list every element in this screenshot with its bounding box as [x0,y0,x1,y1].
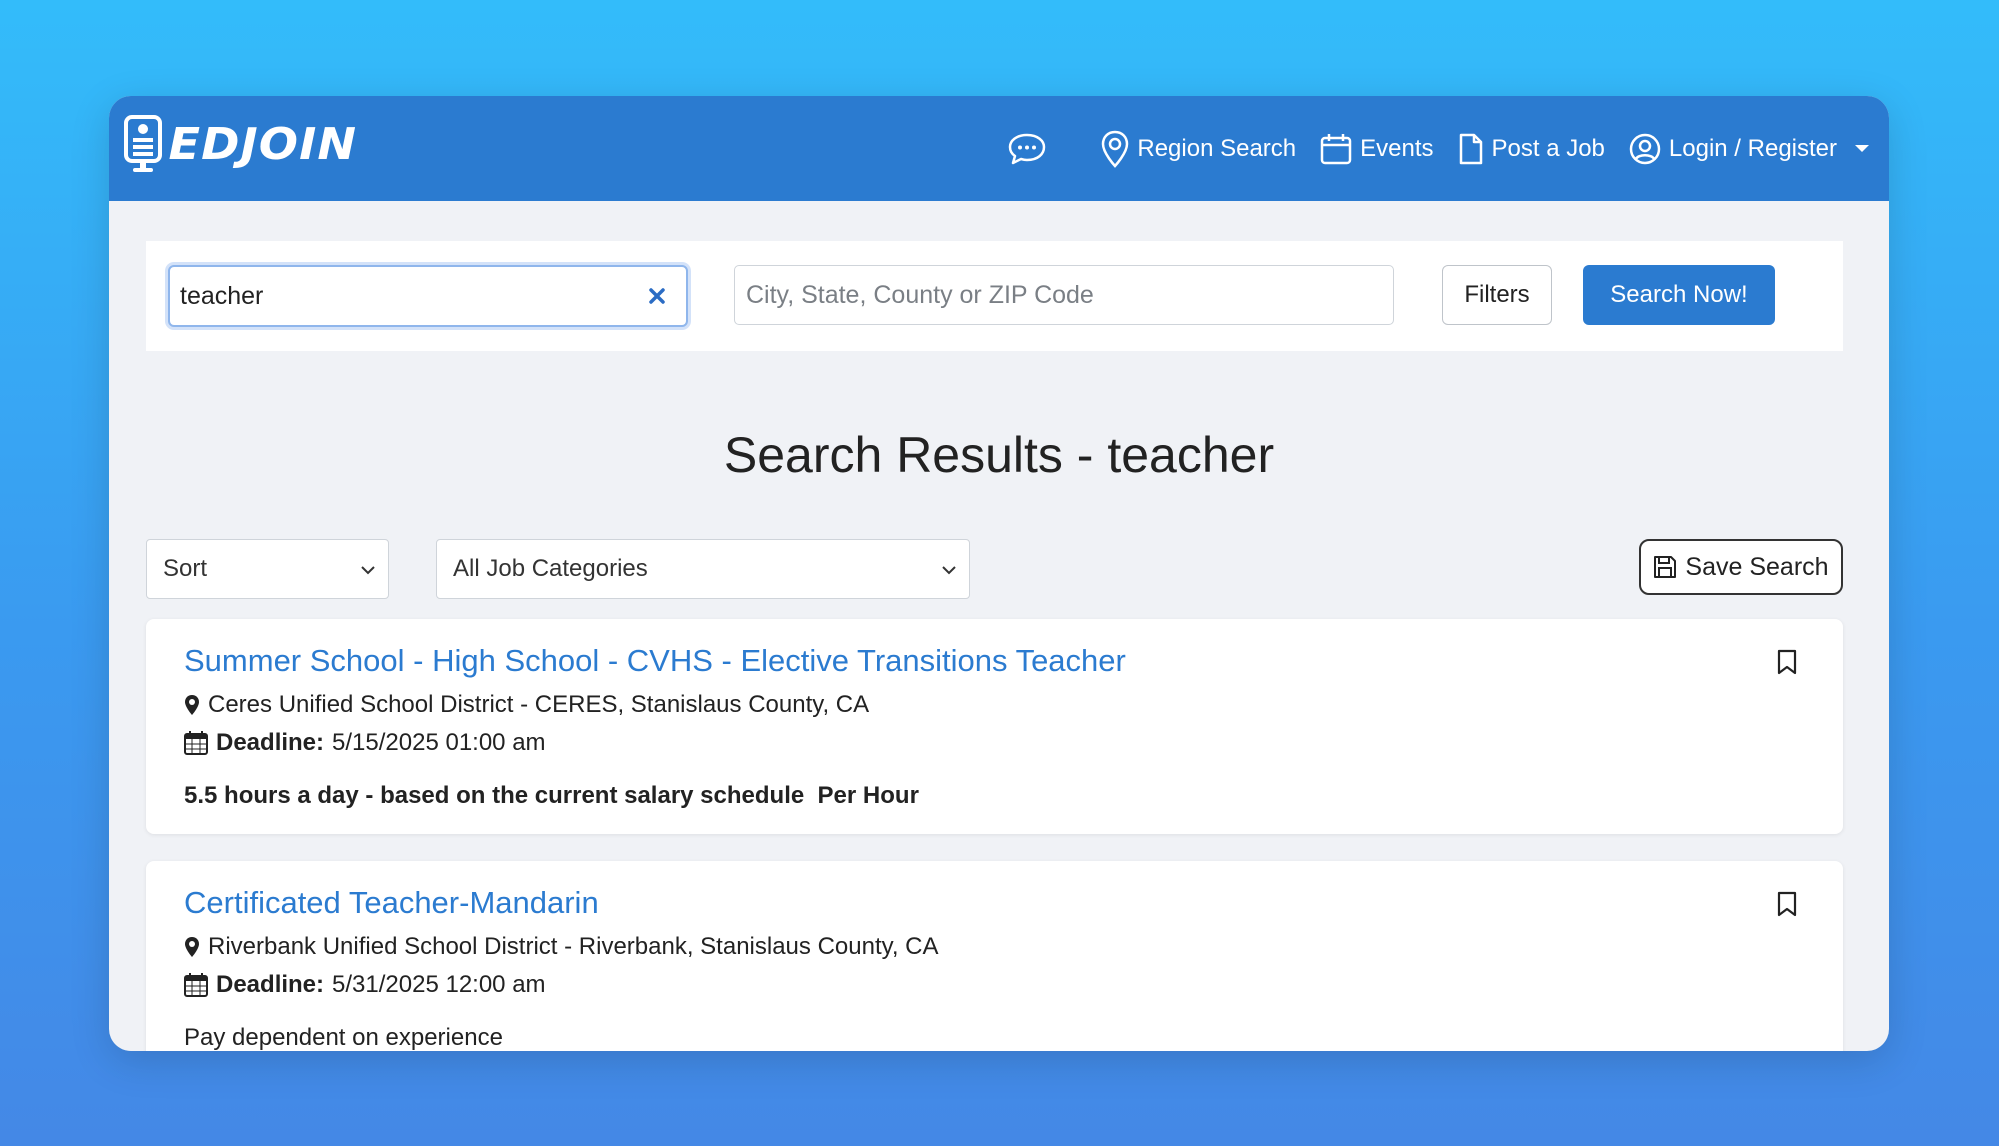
search-panel: Filters Search Now! [146,241,1843,351]
clear-keyword-button[interactable] [642,281,672,311]
map-pin-icon [1102,130,1129,168]
nav-events-label: Events [1360,134,1434,162]
chevron-down-icon [361,566,375,575]
job-card: Certificated Teacher-Mandarin Riverbank … [146,861,1843,1051]
job-description: 5.5 hours a day - based on the current s… [184,782,919,809]
job-title-link[interactable]: Summer School - High School - CVHS - Ele… [184,643,1126,679]
chat-bubble-icon [1009,133,1046,164]
floppy-disk-icon [1654,556,1677,578]
job-location-text: Ceres Unified School District - CERES, S… [208,691,870,718]
job-location: Riverbank Unified School District - Rive… [184,933,939,961]
save-search-button[interactable]: Save Search [1639,539,1843,595]
nav-login-register[interactable]: Login / Register [1629,133,1869,165]
sort-select-value: Sort [163,555,208,582]
calendar-icon [184,973,208,997]
deadline-label: Deadline: [216,971,325,998]
bookmark-button[interactable] [1777,891,1797,922]
edjoin-logo-icon [124,115,162,172]
nav-events[interactable]: Events [1320,133,1434,165]
job-deadline: Deadline: 5/31/2025 12:00 am [184,971,546,999]
search-now-button[interactable]: Search Now! [1583,265,1775,325]
nav-post-job-label: Post a Job [1491,134,1605,162]
job-deadline: Deadline: 5/15/2025 01:00 am [184,729,546,757]
filters-button[interactable]: Filters [1442,265,1552,325]
job-category-value: All Job Categories [453,555,648,582]
job-location: Ceres Unified School District - CERES, S… [184,691,869,719]
keyword-input[interactable] [180,279,620,313]
document-icon [1459,133,1482,164]
job-title-link[interactable]: Certificated Teacher-Mandarin [184,885,599,921]
chevron-down-icon [1855,145,1869,152]
job-category-select[interactable]: All Job Categories [436,539,970,599]
chevron-down-icon [942,566,956,575]
close-icon [649,288,665,304]
nav-post-job[interactable]: Post a Job [1458,133,1605,165]
nav-region-search[interactable]: Region Search [1101,130,1296,168]
nav-login-register-label: Login / Register [1668,134,1837,162]
page-title: Search Results - teacher [723,427,1275,483]
location-input[interactable] [746,278,1376,312]
chat-button[interactable] [1007,132,1047,166]
deadline-value: 5/15/2025 01:00 am [332,729,546,756]
job-location-text: Riverbank Unified School District - Rive… [208,933,939,960]
keyword-field[interactable] [168,265,688,327]
deadline-label: Deadline: [216,729,325,756]
calendar-icon [1320,133,1352,164]
job-description: Pay dependent on experience [184,1024,503,1051]
bookmark-icon [1777,891,1797,917]
sort-select[interactable]: Sort [146,539,389,599]
top-navbar: EDJOIN Region Search Events Post a Job L… [109,96,1889,201]
nav-links: Region Search Events Post a Job Login / … [1007,96,1869,201]
browser-window: EDJOIN Region Search Events Post a Job L… [109,96,1889,1051]
job-card: Summer School - High School - CVHS - Ele… [146,619,1843,834]
location-field[interactable] [734,265,1394,325]
map-marker-icon [185,695,199,715]
bookmark-icon [1777,649,1797,675]
brand-name: EDJOIN [168,118,358,170]
brand-logo[interactable]: EDJOIN [123,114,356,174]
save-search-label: Save Search [1685,552,1829,581]
calendar-icon [184,731,208,755]
map-marker-icon [185,937,199,957]
deadline-value: 5/31/2025 12:00 am [332,971,546,998]
nav-region-search-label: Region Search [1137,134,1297,162]
bookmark-button[interactable] [1777,649,1797,680]
user-circle-icon [1629,133,1661,164]
